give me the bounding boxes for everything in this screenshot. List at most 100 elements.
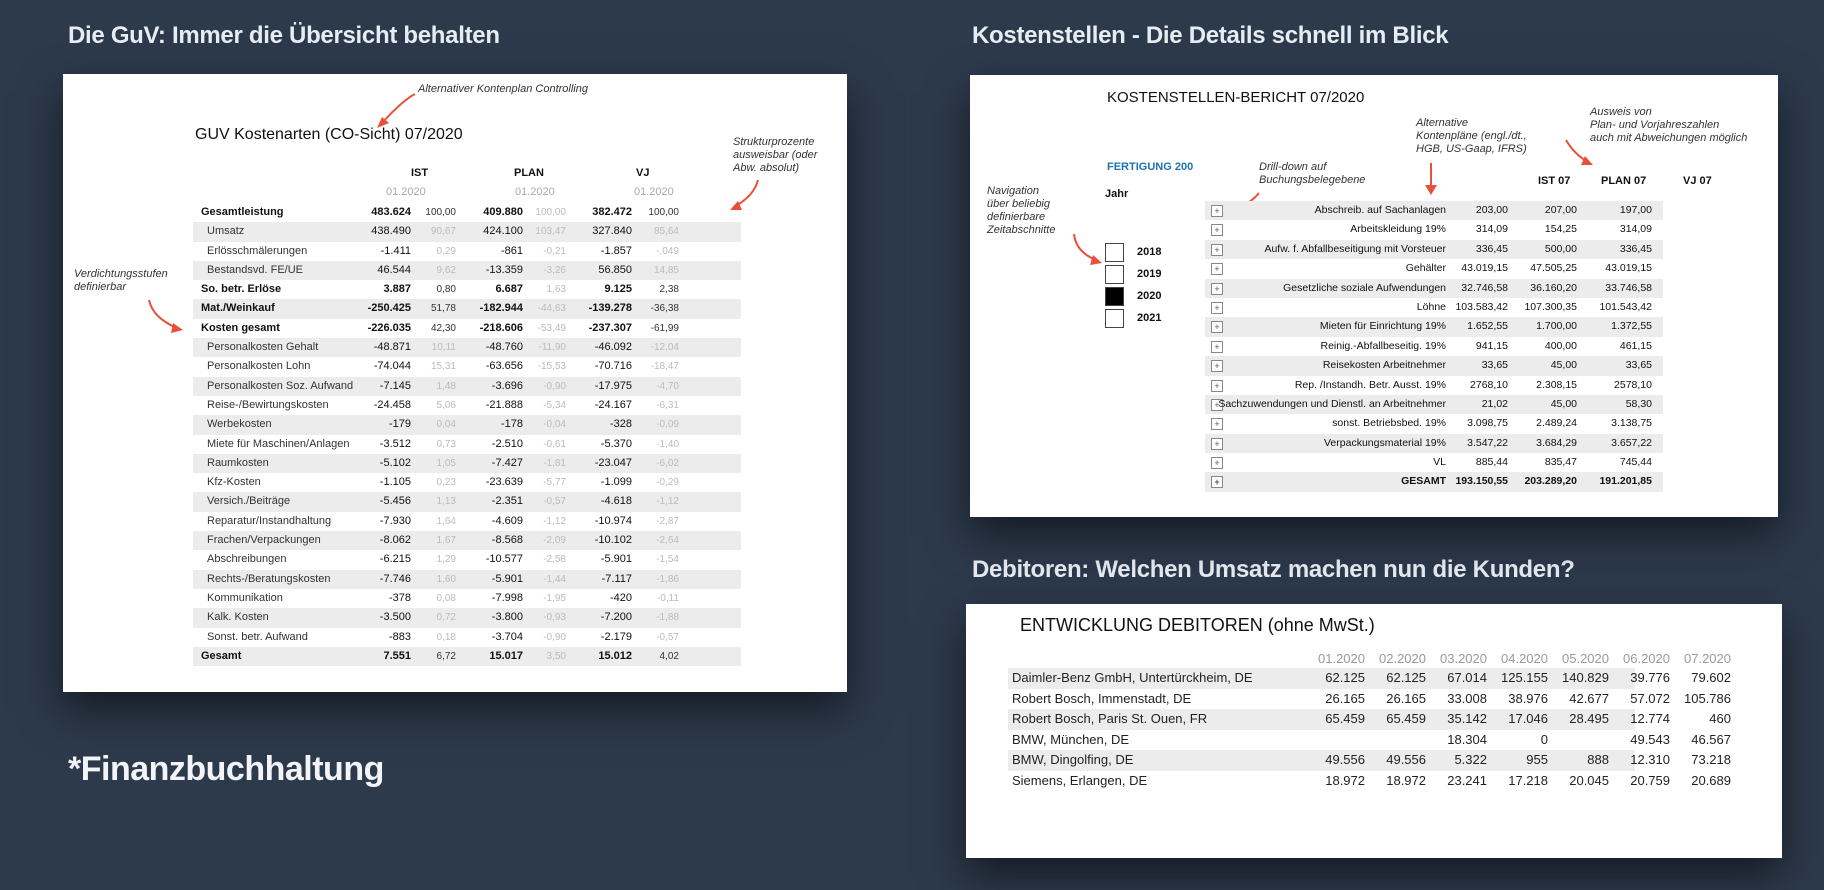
expand-plus-icon[interactable]: +	[1211, 379, 1223, 392]
table-row[interactable]: Versich./Beiträge -5.456 1,13 -2.351 -0,57 -4…	[193, 492, 741, 512]
note-alternative-line: Alternative	[1416, 117, 1468, 129]
row-value: -179	[388, 418, 411, 431]
table-row[interactable]: Frachen/Verpackungen -8.062 1,67 -8.568 -2,0…	[193, 531, 741, 551]
row-value: 3,50	[546, 650, 566, 662]
row-value: -5.102	[379, 456, 411, 469]
table-row[interactable]: Reparatur/Instandhaltung -7.930 1,64 -4.609…	[193, 512, 741, 531]
section-title-guv: Die GuV: Immer die Übersicht behalten	[68, 22, 500, 49]
table-row[interactable]: Bestandsvd. FE/UE 46.544 9,62 -13.359 -3,26 5…	[193, 260, 741, 281]
row-value: 9,62	[436, 264, 456, 276]
col-period-plan: 01.2020	[515, 186, 555, 198]
expand-plus-icon[interactable]: +	[1211, 301, 1223, 314]
section-title-kostenstellen: Kostenstellen - Die Details schnell im B…	[972, 22, 1449, 49]
table-row[interactable]: Sonst. betr. Aufwand -883 0,18 -3.704 -0,90 -…	[193, 628, 741, 647]
expand-plus-icon[interactable]: +	[1211, 243, 1223, 256]
month-value: 18.304	[1447, 731, 1487, 747]
expand-plus-icon[interactable]: +	[1211, 360, 1223, 373]
table-row[interactable]: Miete für Maschinen/Anlagen -3.512 0,73 -2.…	[193, 435, 741, 454]
table-row[interactable]: Kalk. Kosten -3.500 0,72 -3.800 -0,93 -7.200 -…	[193, 608, 741, 628]
table-row[interactable]: Kosten gesamt -226.035 42,30 -218.606 -53,49…	[193, 319, 741, 338]
expand-plus-icon[interactable]: +	[1211, 282, 1223, 295]
table-row[interactable]: Mat./Weinkauf -250.425 51,78 -182.944 -44,63…	[193, 299, 741, 319]
expand-plus-icon[interactable]: +	[1211, 418, 1223, 431]
row-value: 203,00	[1475, 204, 1508, 216]
row-value: 36.160,20	[1530, 281, 1577, 294]
table-row[interactable]: Abschreibungen -6.215 1,29 -10.577 -2,58 -5.9…	[193, 550, 741, 569]
row-value: 483.624	[371, 206, 411, 218]
row-value: -218.606	[479, 321, 523, 334]
row-value: 4,02	[659, 650, 679, 662]
col-header-plan07: PLAN 07	[1601, 175, 1647, 187]
table-row: + VL 885,44 835,47 745,44	[1205, 453, 1663, 472]
row-value: -2,87	[656, 515, 679, 527]
table-row[interactable]: Gesamt 7.551 6,72 15.017 3,50 15.012 4,02	[193, 646, 741, 667]
row-value: 14,85	[653, 264, 679, 276]
table-row[interactable]: BMW, München, DE 18.304 0 49.543 46.567	[1008, 730, 1731, 751]
month-value: 140.829	[1562, 670, 1609, 685]
row-value: -0,93	[543, 612, 566, 624]
table-row[interactable]: Personalkosten Gehalt -48.871 10,11 -48.760…	[193, 338, 741, 358]
row-value: 33,65	[1481, 359, 1508, 372]
row-label: Erlösschmälerungen	[207, 244, 308, 257]
row-label: Gesamt	[201, 649, 242, 662]
row-label: Mieten für Einrichtung 19%	[1319, 320, 1446, 333]
row-value: 3.547,22	[1467, 436, 1508, 449]
row-value: -3.512	[379, 437, 411, 450]
row-value: -7.145	[379, 379, 411, 392]
table-row[interactable]: BMW, Dingolfing, DE 49.556 49.556 5.322 955 8…	[1008, 750, 1731, 771]
month-value: 26.165	[1325, 690, 1365, 706]
table-row[interactable]: Kfz-Kosten -1.105 0,23 -23.639 -5,77 -1.099 -0…	[193, 473, 741, 492]
row-value: 6,72	[436, 650, 456, 662]
expand-plus-icon[interactable]: +	[1211, 457, 1223, 470]
table-row[interactable]: Werbekosten -179 0,04 -178 -0,04 -328 -0,09	[193, 415, 741, 435]
table-row: + Aufw. f. Abfallbeseitigung mit Vorsteue…	[1205, 239, 1663, 260]
row-value: 90,67	[430, 226, 456, 238]
row-value: -3,26	[543, 264, 566, 276]
expand-plus-icon[interactable]: +	[1211, 321, 1223, 334]
row-value: 500,00	[1544, 242, 1577, 255]
table-row[interactable]: Raumkosten -5.102 1,05 -7.427 -1,81 -23.047 -6…	[193, 453, 741, 474]
expand-plus-icon[interactable]: +	[1211, 437, 1223, 450]
table-row[interactable]: Rechts-/Beratungskosten -7.746 1,60 -5.901 -…	[193, 569, 741, 589]
row-value: -5.901	[600, 553, 632, 566]
expand-plus-icon[interactable]: +	[1211, 340, 1223, 353]
expand-plus-icon[interactable]: +	[1211, 476, 1223, 489]
row-value: -4,70	[656, 380, 679, 392]
expand-plus-icon[interactable]: +	[1211, 263, 1223, 276]
row-label: Bestandsvd. FE/UE	[207, 263, 303, 276]
table-row[interactable]: Reise-/Bewirtungskosten -24.458 5,06 -21.88…	[193, 396, 741, 415]
table-row[interactable]: Personalkosten Lohn -74.044 15,31 -63.656 -1…	[193, 357, 741, 376]
cost-center-link[interactable]: FERTIGUNG 200	[1107, 161, 1193, 173]
month-value: 20.045	[1569, 772, 1609, 788]
table-row[interactable]: Daimler-Benz GmbH, Untertürckheim, DE 62.…	[1008, 668, 1731, 689]
table-row[interactable]: Gesamtleistung 483.624 100,00 409.880 100,00…	[193, 203, 741, 222]
row-value: -182.944	[479, 302, 523, 315]
table-row[interactable]: Kommunikation -378 0,08 -7.998 -1,95 -420 -0,1…	[193, 589, 741, 608]
row-value: 438.490	[371, 225, 411, 238]
year-label: 2021	[1137, 312, 1162, 324]
table-row[interactable]: Erlösschmälerungen -1.411 0,29 -861 -0,21 -1.…	[193, 242, 741, 261]
table-row[interactable]: Robert Bosch, Paris St. Ouen, FR 65.459 65…	[1008, 709, 1731, 730]
table-row[interactable]: Personalkosten Soz. Aufwand -7.145 1,48 -3.…	[193, 376, 741, 396]
table-row[interactable]: So. betr. Erlöse 3.887 0,80 6.687 1,63 9.125 2…	[193, 280, 741, 299]
row-label: Werbekosten	[207, 418, 272, 431]
table-row[interactable]: Siemens, Erlangen, DE 18.972 18.972 23.241 1…	[1008, 771, 1731, 792]
table-row[interactable]: Robert Bosch, Immenstadt, DE 26.165 26.165…	[1008, 689, 1731, 710]
expand-plus-icon[interactable]: +	[1211, 205, 1223, 217]
month-value: 18.972	[1386, 772, 1426, 788]
expand-plus-icon[interactable]: +	[1211, 224, 1223, 237]
table-row: + Sachzuwendungen und Dienstl. an Arbeitn…	[1205, 394, 1663, 415]
row-label: Gehälter	[1405, 262, 1446, 275]
row-value: 1,60	[436, 573, 456, 585]
note-drilldown: Drill-down auf Buchungsbelegebene	[1259, 161, 1365, 187]
table-row[interactable]: Umsatz 438.490 90,67 424.100 103,47 327.840 85…	[193, 222, 741, 242]
row-value: -0,09	[656, 419, 679, 431]
col-header-month: 02.2020	[1379, 651, 1426, 666]
row-value: -3.696	[491, 379, 523, 392]
row-value: 56.850	[598, 263, 632, 276]
row-value: -1,12	[656, 496, 679, 508]
row-label: Frachen/Verpackungen	[207, 534, 321, 547]
row-value: 47.505,25	[1530, 262, 1577, 275]
row-value: -5,34	[543, 399, 566, 411]
row-label: Arbeitskleidung 19%	[1350, 223, 1446, 236]
